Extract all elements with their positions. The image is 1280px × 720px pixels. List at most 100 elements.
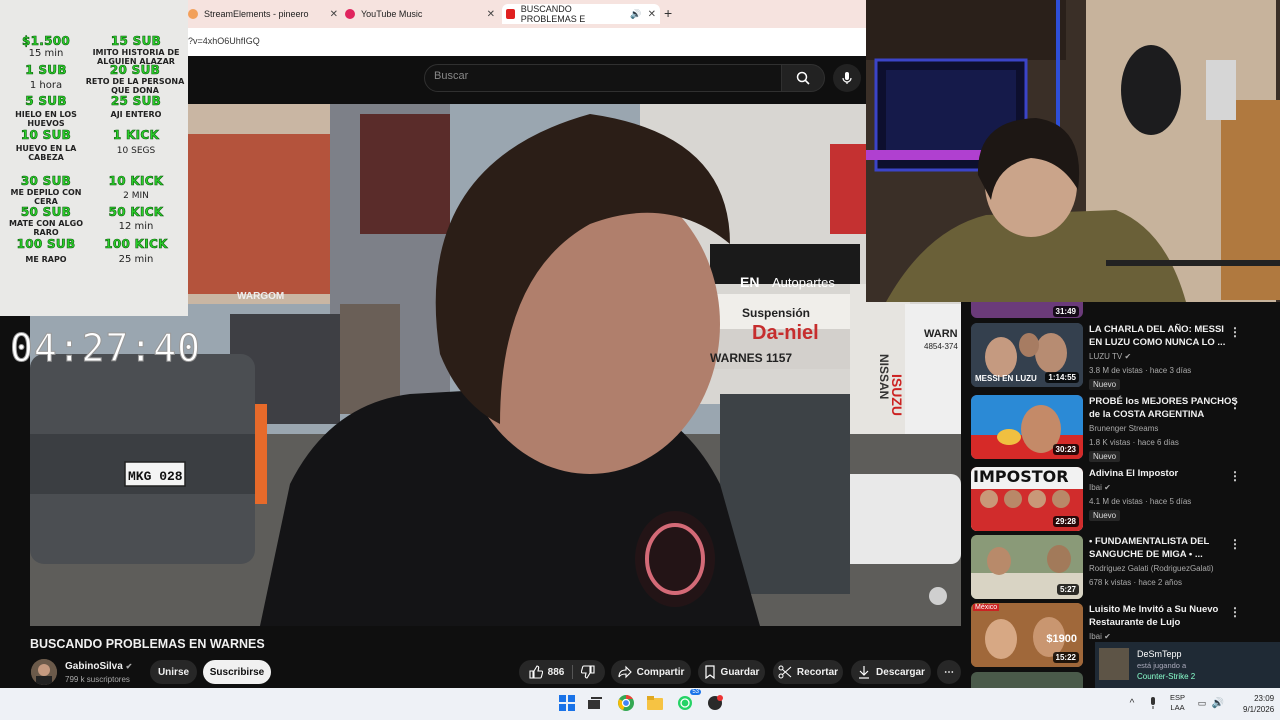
goal-item: 25 SUB AJI ENTERO [88, 94, 184, 119]
whatsapp-icon[interactable]: 53 [675, 689, 701, 713]
volume-icon[interactable]: 🔊 [1208, 693, 1228, 713]
search-placeholder: Buscar [434, 70, 469, 82]
more-options-icon[interactable]: ⋮ [1229, 605, 1241, 619]
language-indicator[interactable]: ESP LAA [1170, 693, 1185, 713]
thumbs-up-icon [529, 665, 543, 679]
video-duration: 5:27 [1056, 584, 1079, 595]
task-view-icon[interactable] [585, 693, 605, 713]
search-button[interactable] [781, 64, 825, 92]
goal-desc: HUEVO EN LA CABEZA [15, 144, 77, 162]
video-meta: 678 k vistas · hace 2 años [1089, 578, 1182, 587]
video-thumbnail[interactable]: IMPOSTOR 29:28 [971, 467, 1083, 531]
dislike-button[interactable] [573, 665, 595, 679]
video-thumbnail[interactable]: MESSI EN LUZU 1:14:55 [971, 323, 1083, 387]
more-horizontal-icon: ⋯ [944, 666, 954, 678]
video-thumbnail[interactable]: 30:23 [971, 395, 1083, 459]
goal-amount: 1 KICK [112, 128, 160, 143]
video-duration: 1:14:55 [1045, 372, 1079, 383]
mic-tray-image [1151, 697, 1155, 709]
partial-thumbnail[interactable] [971, 672, 1083, 688]
video-thumbnail[interactable]: México $1900 15:22 [971, 603, 1083, 667]
new-badge: Nuevo [1089, 451, 1121, 462]
video-thumbnail[interactable]: 5:27 [971, 535, 1083, 599]
channel-name[interactable]: Rodriguez Galati (RodriguezGalati) [1089, 564, 1214, 573]
recommended-video[interactable]: IMPOSTOR 29:28 Adivina El Impostor Ibai … [971, 467, 1261, 533]
goal-item: 30 SUB ME DEPILO CON CERA [6, 174, 86, 206]
recommended-video[interactable]: 30:23 PROBÉ los MEJORES PANCHOS de la CO… [971, 395, 1261, 462]
tab-youtube-music[interactable]: YouTube Music ✕ [345, 4, 495, 24]
verified-icon: ✔ [1104, 632, 1111, 641]
notification-badge: 53 [690, 689, 701, 695]
goal-desc: RETO DE LA PERSONA QUE DONA [85, 77, 185, 95]
goal-desc: ME RAPO [25, 255, 67, 264]
channel-name[interactable]: Brunenger Streams [1089, 424, 1158, 433]
video-title[interactable]: PROBÉ los MEJORES PANCHOS de la COSTA AR… [1089, 395, 1239, 421]
join-button[interactable]: Unirse [150, 660, 197, 684]
new-tab-button[interactable]: + [664, 5, 672, 21]
goal-amount: 10 SUB [20, 128, 72, 143]
microphone-tray-icon[interactable] [1143, 693, 1163, 713]
phone-sign: 4854-374 [924, 342, 958, 351]
like-dislike-bar: 886 [519, 660, 605, 684]
more-options-icon[interactable]: ⋮ [1229, 537, 1241, 551]
recommended-video[interactable]: MESSI EN LUZU 1:14:55 LA CHARLA DEL AÑO:… [971, 323, 1261, 390]
voice-search-button[interactable] [833, 64, 861, 92]
keyboard-layout: LAA [1170, 703, 1185, 712]
windows-start-icon[interactable] [557, 693, 577, 713]
tab-streamelements[interactable]: StreamElements - pineero ✕ [188, 4, 338, 24]
more-options-icon[interactable]: ⋮ [1229, 397, 1241, 411]
subscribe-button[interactable]: Suscribirse [203, 660, 271, 684]
close-tab-icon[interactable]: ✕ [648, 9, 656, 20]
like-button[interactable]: 886 [529, 665, 574, 679]
system-clock[interactable]: 23:09 9/1/2026 [1243, 693, 1274, 715]
download-button[interactable]: Descargar [851, 660, 931, 684]
clip-button[interactable]: Recortar [773, 660, 843, 684]
obs-icon[interactable] [705, 693, 725, 713]
goal-item: 5 SUB HIELO EN LOS HUEVOS [6, 94, 86, 128]
obs-image [708, 695, 723, 710]
daniel-sign: Da-niel [752, 322, 819, 344]
share-button[interactable]: Compartir [611, 660, 691, 684]
recommended-video[interactable]: 5:27 • FUNDAMENTALISTA DEL SANGUCHE DE M… [971, 535, 1261, 601]
video-title[interactable]: Adivina El Impostor [1089, 467, 1239, 480]
tab-current-video[interactable]: BUSCANDO PROBLEMAS E 🔊 ✕ [502, 4, 660, 24]
share-label: Compartir [636, 666, 685, 678]
close-tab-icon[interactable]: ✕ [330, 9, 338, 20]
video-title[interactable]: Luisito Me Invitó a Su Nuevo Restaurante… [1089, 603, 1239, 629]
goal-item: 50 SUB MATE CON ALGO RARO [6, 205, 86, 237]
new-badge: Nuevo [1089, 379, 1121, 390]
chrome-icon[interactable] [616, 693, 636, 713]
webcam-overlay [866, 0, 1280, 302]
more-options-icon[interactable]: ⋮ [1229, 469, 1241, 483]
whatsapp-image [678, 696, 692, 710]
channel-avatar[interactable] [31, 659, 57, 685]
tab-label: BUSCANDO PROBLEMAS E [520, 4, 586, 24]
more-actions-button[interactable]: ⋯ [937, 660, 961, 684]
channel-name[interactable]: GabinoSilva ✔ [65, 661, 132, 672]
speaker-icon[interactable]: 🔊 [630, 9, 641, 20]
search-input[interactable] [424, 64, 782, 92]
partial-thumbnail[interactable]: 31:49 [971, 302, 1083, 318]
clip-label: Recortar [796, 666, 839, 678]
close-tab-icon[interactable]: ✕ [487, 9, 495, 20]
video-title[interactable]: LA CHARLA DEL AÑO: MESSI EN LUZU COMO NU… [1089, 323, 1239, 349]
channel-name[interactable]: Ibai ✔ [1089, 483, 1111, 492]
verified-icon: ✔ [125, 662, 133, 671]
thumbs-down-icon [581, 665, 595, 679]
channel-name[interactable]: LUZU TV ✔ [1089, 352, 1131, 361]
more-options-icon[interactable]: ⋮ [1229, 325, 1241, 339]
video-title[interactable]: • FUNDAMENTALISTA DEL SANGUCHE DE MIGA •… [1089, 535, 1239, 561]
goal-desc: 1 hora [29, 80, 63, 91]
chrome-image [618, 695, 634, 711]
friend-name: DeSmTepp [1137, 649, 1182, 659]
webcam-feed [866, 0, 1280, 302]
windows-taskbar [0, 688, 1280, 720]
friend-activity-notification[interactable]: DeSmTepp está jugando a Counter-Strike 2 [1095, 642, 1280, 688]
file-explorer-icon[interactable] [645, 693, 665, 713]
goal-amount: 30 SUB [20, 174, 72, 189]
folder-image [647, 696, 663, 710]
save-button[interactable]: Guardar [698, 660, 765, 684]
channel-name[interactable]: Ibai ✔ [1089, 632, 1111, 641]
chevron-up-icon[interactable]: ^ [1122, 693, 1142, 713]
url-text[interactable]: ?v=4xhO6UhfIGQ [188, 36, 260, 46]
